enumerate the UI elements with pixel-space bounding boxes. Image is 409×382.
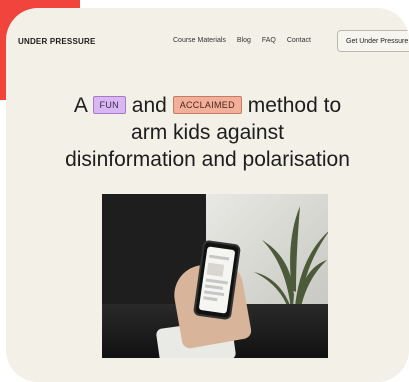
phone-screen-line [203, 296, 218, 302]
headline-line-1-tail: method to [247, 94, 342, 117]
brand-logo[interactable]: UNDER PRESSURE [18, 37, 95, 46]
phone-screen-image [206, 262, 225, 277]
phone-screen-line [204, 290, 225, 297]
acclaimed-tag: ACCLAIMED [172, 96, 242, 114]
fun-tag: FUN [92, 96, 126, 114]
top-navigation: UNDER PRESSURE Course Materials Blog FAQ… [6, 30, 409, 54]
nav-links: Course Materials Blog FAQ Contact [173, 37, 320, 44]
phone-screen-line [204, 284, 224, 290]
headline-line-2: arm kids against [131, 121, 284, 144]
headline-line-3: disinformation and polarisation [65, 148, 350, 171]
phone-screen-line [209, 254, 230, 261]
headline-line-1: A FUN and ACCLAIMED method to [6, 92, 409, 119]
screenshot-stage: UNDER PRESSURE Course Materials Blog FAQ… [0, 0, 409, 382]
phone-screen-line [205, 278, 228, 285]
plant-illustration [254, 206, 328, 320]
hero-headline: A FUN and ACCLAIMED method to arm kids a… [6, 92, 409, 173]
nav-link-course-materials[interactable]: Course Materials [173, 37, 226, 44]
nav-link-faq[interactable]: FAQ [262, 37, 276, 44]
phone-screen [198, 246, 236, 314]
website-card: UNDER PRESSURE Course Materials Blog FAQ… [6, 8, 409, 382]
get-under-pressure-button[interactable]: Get Under Pressure [337, 30, 409, 52]
nav-link-contact[interactable]: Contact [287, 37, 311, 44]
nav-link-blog[interactable]: Blog [237, 37, 251, 44]
hero-photo-phone-in-hand [102, 194, 328, 358]
headline-word-and: and [131, 94, 167, 117]
headline-word-a: A [73, 94, 87, 117]
